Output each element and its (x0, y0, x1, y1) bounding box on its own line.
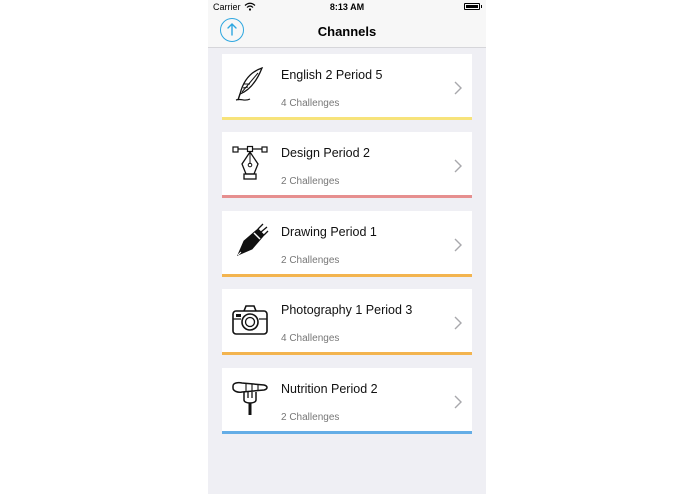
channel-color-bar (222, 274, 472, 277)
channel-challenge-count: 2 Challenges (281, 176, 340, 187)
quill-icon (235, 66, 264, 101)
channel-challenge-count: 2 Challenges (281, 255, 340, 266)
carrot-fork-icon (232, 381, 268, 415)
channel-card-design[interactable]: Design Period 2 2 Challenges (222, 132, 472, 198)
chevron-right-icon (454, 316, 462, 330)
chevron-right-icon (454, 159, 462, 173)
camera-icon (232, 305, 268, 335)
channel-color-bar (222, 195, 472, 198)
channel-name: Design Period 2 (281, 146, 370, 160)
channel-color-bar (222, 431, 472, 434)
channel-challenge-count: 4 Challenges (281, 98, 340, 109)
page-title: Channels (317, 24, 377, 39)
channel-card-photography[interactable]: Photography 1 Period 3 4 Challenges (222, 289, 472, 355)
channel-card-nutrition[interactable]: Nutrition Period 2 2 Challenges (222, 368, 472, 434)
channel-name: Photography 1 Period 3 (281, 303, 413, 317)
channel-color-bar (222, 117, 472, 120)
channel-name: Drawing Period 1 (281, 225, 377, 239)
channel-color-bar (222, 352, 472, 355)
battery-icon (464, 3, 482, 10)
chevron-right-icon (454, 238, 462, 252)
channel-name: English 2 Period 5 (281, 68, 383, 82)
status-time: 8:13 AM (329, 2, 365, 12)
channel-card-drawing[interactable]: Drawing Period 1 2 Challenges (222, 211, 472, 277)
chevron-right-icon (454, 81, 462, 95)
pen-tool-icon (232, 145, 268, 180)
channel-challenge-count: 2 Challenges (281, 412, 340, 423)
channel-card-english[interactable]: English 2 Period 5 4 Challenges (222, 54, 472, 120)
status-bar: Carrier 8:13 AM (208, 0, 486, 14)
chevron-right-icon (454, 395, 462, 409)
nav-bar: Channels (208, 14, 486, 48)
channel-challenge-count: 4 Challenges (281, 333, 340, 344)
pencil-icon (237, 223, 269, 256)
phone-screen: Carrier 8:13 AM Channels English 2 Perio… (208, 0, 486, 494)
channel-name: Nutrition Period 2 (281, 382, 378, 396)
